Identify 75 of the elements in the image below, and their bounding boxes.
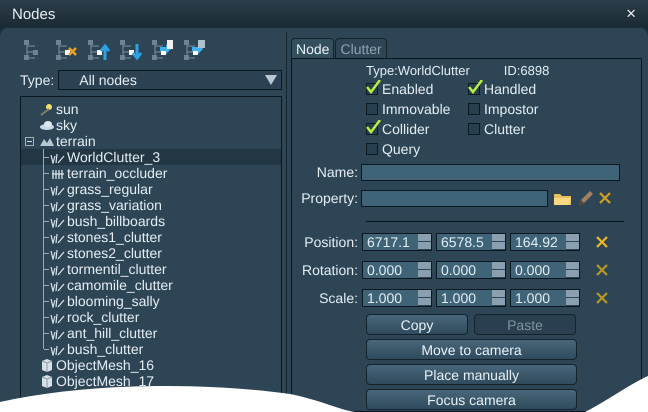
id-text: ID:6898: [504, 63, 550, 79]
action-button[interactable]: Move to camera: [366, 339, 577, 360]
transform-label: Rotation:: [300, 262, 358, 278]
spin-field[interactable]: 1.000: [362, 289, 432, 307]
transform-label: Scale:: [318, 290, 358, 306]
remove-node-icon[interactable]: [54, 38, 78, 62]
reset-icon[interactable]: [596, 264, 608, 276]
reset-icon[interactable]: [596, 236, 608, 248]
transform-label: Position:: [303, 234, 358, 250]
dropdown-arrow-icon: [265, 75, 277, 85]
tree-item[interactable]: bush_clutter: [21, 341, 281, 357]
checkbox-label: Query: [382, 141, 420, 157]
type-label: Type:: [20, 72, 54, 88]
action-button[interactable]: Place manually: [366, 364, 577, 385]
checkbox[interactable]: [366, 143, 378, 155]
checkbox[interactable]: [366, 83, 378, 95]
spin-field[interactable]: 0.000: [510, 261, 580, 279]
checkbox[interactable]: [366, 123, 378, 135]
tree-item[interactable]: WorldClutter_3: [21, 149, 281, 165]
tree-item[interactable]: ant_hill_clutter: [21, 325, 281, 341]
mesh-icon: [39, 374, 55, 388]
property-label: Property:: [300, 190, 358, 206]
import-icon[interactable]: [182, 38, 206, 62]
reset-icon[interactable]: [596, 292, 608, 304]
checkbox-label: Immovable: [382, 101, 450, 117]
checkbox[interactable]: [366, 103, 378, 115]
tree-item[interactable]: blooming_sally: [21, 293, 281, 309]
checkbox-label: Impostor: [484, 101, 538, 117]
tree-item[interactable]: rock_clutter: [21, 309, 281, 325]
tree-item[interactable]: grass_regular: [21, 181, 281, 197]
spin-field[interactable]: 164.92: [510, 233, 580, 251]
checkbox[interactable]: [468, 123, 480, 135]
type-dropdown[interactable]: All nodes: [58, 70, 282, 90]
tree-item[interactable]: terrain: [21, 133, 281, 149]
spin-field[interactable]: 6578.5: [436, 233, 506, 251]
checkbox[interactable]: [468, 83, 480, 95]
mesh-icon: [39, 358, 55, 372]
tree-item[interactable]: bush_billboards: [21, 213, 281, 229]
tree-item[interactable]: stones2_clutter: [21, 245, 281, 261]
checkbox-label: Enabled: [382, 81, 434, 97]
export-icon[interactable]: [150, 38, 174, 62]
spin-field[interactable]: 0.000: [362, 261, 432, 279]
spin-field[interactable]: 1.000: [436, 289, 506, 307]
name-field[interactable]: [361, 164, 620, 180]
tree-item[interactable]: grass_variation: [21, 197, 281, 213]
close-button[interactable]: ×: [622, 4, 640, 24]
tree-item[interactable]: sky: [21, 117, 281, 133]
collapse-icon[interactable]: [25, 136, 34, 146]
checkbox-label: Clutter: [484, 121, 526, 137]
property-field[interactable]: [361, 190, 548, 206]
tree-item[interactable]: camomile_clutter: [21, 277, 281, 293]
tree-item[interactable]: stones1_clutter: [21, 229, 281, 245]
tab[interactable]: Clutter: [335, 38, 387, 58]
tree-item[interactable]: tormentil_clutter: [21, 261, 281, 277]
type-text: Type:WorldClutter: [366, 63, 470, 79]
spin-field[interactable]: 0.000: [436, 261, 506, 279]
action-button[interactable]: Copy: [366, 314, 468, 335]
checkbox-label: Collider: [382, 121, 430, 137]
spin-field[interactable]: 6717.1: [362, 233, 432, 251]
tab[interactable]: Node: [291, 38, 334, 58]
sun-icon: [39, 102, 55, 116]
tree-item[interactable]: ObjectMesh_17: [21, 373, 281, 389]
spin-field[interactable]: 1.000: [510, 289, 580, 307]
move-down-icon[interactable]: [118, 38, 142, 62]
clear-icon[interactable]: [599, 192, 611, 204]
checkbox[interactable]: [468, 103, 480, 115]
action-button[interactable]: Focus camera: [366, 389, 577, 410]
tree-item[interactable]: terrain_occluder: [21, 165, 281, 181]
tree-item[interactable]: sun: [21, 101, 281, 117]
checkbox-label: Handled: [484, 81, 536, 97]
window-title: Nodes: [12, 6, 56, 22]
tree-item[interactable]: ObjectMesh_16: [21, 357, 281, 373]
sky-icon: [39, 118, 55, 132]
name-label: Name:: [316, 164, 358, 180]
move-up-icon[interactable]: [86, 38, 110, 62]
